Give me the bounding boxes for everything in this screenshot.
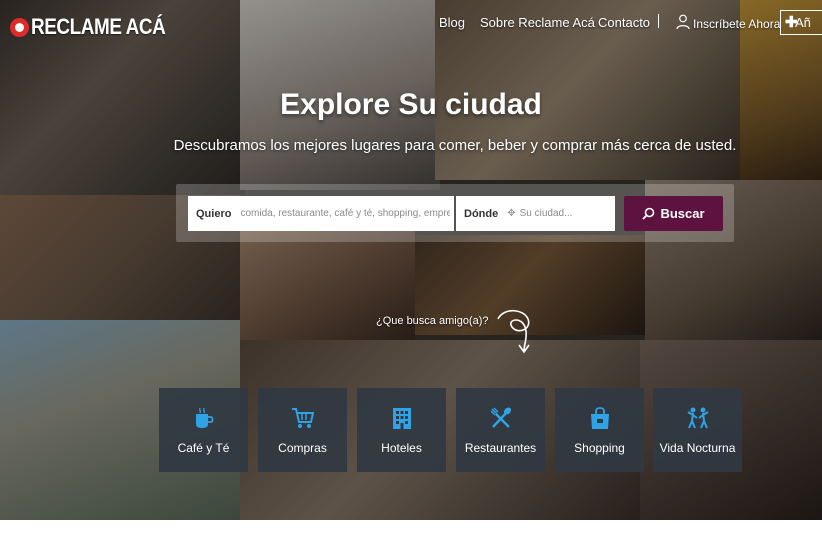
- logo[interactable]: RECLAME ACÁ: [10, 14, 187, 40]
- where-input[interactable]: [519, 208, 600, 219]
- page-title: Explore Su ciudad: [280, 88, 542, 121]
- curly-arrow-icon: [497, 309, 530, 354]
- dancing-people-icon: [687, 407, 709, 429]
- where-field[interactable]: Dónde ✥: [456, 196, 615, 231]
- logo-text: RECLAME ACÁ: [31, 14, 166, 39]
- category-label: Restaurantes: [464, 441, 537, 455]
- content-strip: [0, 520, 822, 549]
- shopping-cart-icon: [292, 408, 315, 428]
- what-field[interactable]: Quiero: [188, 196, 454, 231]
- coffee-cup-icon: [196, 407, 214, 428]
- logo-mark-icon: [10, 17, 29, 37]
- category-label: Hoteles: [381, 441, 422, 455]
- nav-sobre[interactable]: Sobre Reclame Acá: [480, 15, 595, 33]
- category-label: Compras: [278, 441, 327, 455]
- nav-blog[interactable]: Blog: [439, 15, 465, 33]
- plus-icon: ✚: [785, 14, 798, 31]
- user-icon: [676, 14, 690, 30]
- location-crosshair-icon: ✥: [507, 208, 516, 219]
- search-icon: [642, 207, 655, 220]
- nav-divider: [658, 14, 659, 28]
- hotel-building-icon: [393, 408, 411, 429]
- what-input[interactable]: [240, 208, 451, 219]
- where-label: Dónde: [464, 207, 499, 220]
- what-label: Quiero: [196, 207, 232, 220]
- category-prompt: ¿Que busca amigo(a)?: [376, 315, 489, 327]
- fork-spoon-icon: [490, 407, 512, 428]
- page-subtitle: Descubramos los mejores lugares para com…: [173, 137, 737, 154]
- add-listing-button[interactable]: ✚ Añ: [780, 10, 822, 35]
- category-label: Shopping: [574, 441, 625, 455]
- search-button[interactable]: Buscar: [624, 196, 723, 231]
- category-compras[interactable]: Compras: [258, 388, 347, 472]
- register-link[interactable]: Inscríbete Ahora: [693, 17, 780, 35]
- category-label: Café y Té: [177, 441, 230, 455]
- category-vida-nocturna[interactable]: Vida Nocturna: [653, 388, 742, 472]
- category-cafe[interactable]: Café y Té: [159, 388, 248, 472]
- search-button-label: Buscar: [660, 206, 705, 221]
- category-restaurantes[interactable]: Restaurantes: [456, 388, 545, 472]
- shopping-bag-icon: [591, 407, 609, 429]
- nav-contacto[interactable]: Contacto: [598, 15, 650, 33]
- category-label: Vida Nocturna: [659, 441, 736, 455]
- category-shopping[interactable]: Shopping: [555, 388, 644, 472]
- category-hoteles[interactable]: Hoteles: [357, 388, 446, 472]
